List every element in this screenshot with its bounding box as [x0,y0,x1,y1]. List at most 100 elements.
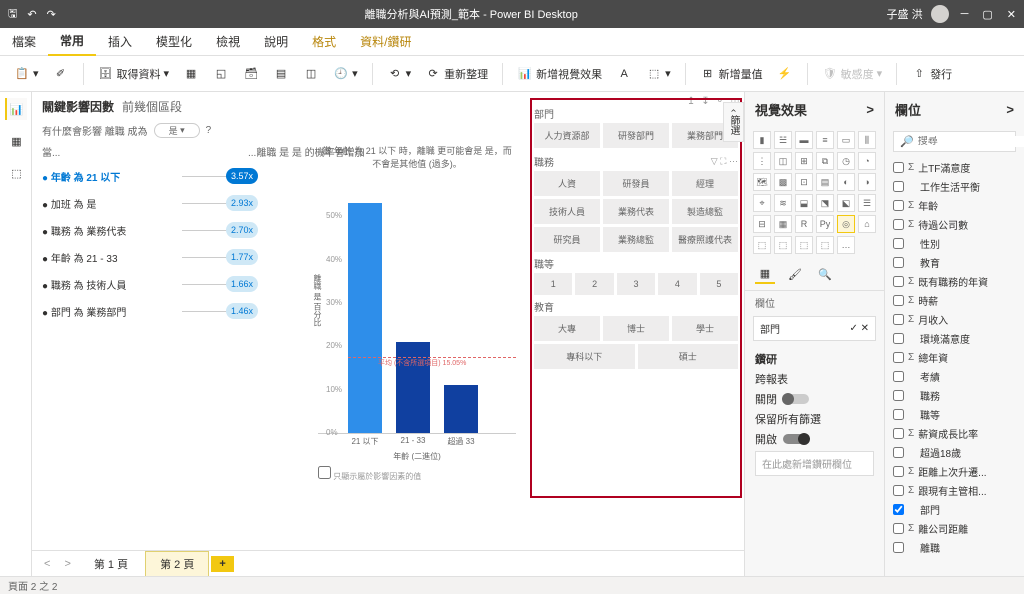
textbox-icon[interactable]: A [612,64,636,84]
viz-type-icon[interactable]: ◔ [858,152,876,170]
field-name[interactable]: 環境滿意度 [920,331,970,346]
avatar[interactable] [931,5,949,23]
field-checkbox[interactable] [893,542,904,553]
slicer-item[interactable]: 學士 [672,316,738,341]
data-view-icon[interactable]: ▦ [5,130,27,152]
viz-type-icon[interactable]: ⊞ [795,152,813,170]
viz-type-icon[interactable]: … [837,236,855,254]
analytics-tab-icon[interactable]: 🔍 [815,264,835,284]
field-checkbox[interactable] [893,390,904,401]
page-tab-1[interactable]: 第 1 頁 [79,551,143,577]
viz-type-icon[interactable]: ◐ [837,173,855,191]
ki-value-dropdown[interactable]: 是 ▾ [154,123,200,138]
menu-home[interactable]: 常用 [48,28,96,56]
field-name[interactable]: 跟現有主管相... [918,483,986,498]
viz-type-icon[interactable]: ⬕ [837,194,855,212]
new-measure-button[interactable]: ⊞新增量值 [696,64,767,84]
field-checkbox[interactable] [893,409,904,420]
viz-type-icon[interactable]: ⊟ [753,215,771,233]
field-checkbox[interactable] [893,200,904,211]
close-icon[interactable]: ✕ [1007,8,1016,21]
slicer-item[interactable]: 碩士 [638,344,739,369]
field-checkbox[interactable] [893,466,904,477]
ki-tab-segments[interactable]: 前幾個區段 [122,98,182,115]
field-checkbox[interactable] [893,371,904,382]
viz-type-icon[interactable]: ⋮ [753,152,771,170]
field-checkbox[interactable] [893,295,904,306]
field-checkbox[interactable] [893,181,904,192]
slicer-item[interactable]: 5 [700,273,738,295]
slicer-item[interactable]: 4 [658,273,696,295]
slicer-item[interactable]: 醫療照護代表 [672,227,738,252]
dataverse-icon[interactable]: ◫ [299,64,323,84]
ki-factor[interactable]: ● 職務 為 業務代表 [42,223,182,238]
viz-type-icon[interactable]: ⊡ [795,173,813,191]
viz-type-icon[interactable]: ▩ [774,173,792,191]
slicer-item[interactable]: 專科以下 [534,344,635,369]
slicer-item[interactable]: 製造總監 [672,199,738,224]
page-prev[interactable]: < [38,554,56,574]
field-checkbox[interactable] [893,276,904,287]
field-checkbox[interactable] [893,257,904,268]
field-name[interactable]: 上TF滿意度 [918,160,970,175]
viz-type-icon[interactable]: ⧉ [816,152,834,170]
field-name[interactable]: 職務 [920,388,940,403]
quick-measure-icon[interactable]: ⚡ [773,64,797,84]
keep-filters-toggle[interactable] [783,434,809,444]
ki-tab-influencers[interactable]: 關鍵影響因數 [42,98,114,115]
format-painter-button[interactable]: ✐ [49,64,73,84]
redo-icon[interactable]: ↷ [47,8,56,21]
viz-type-icon[interactable]: ⬚ [795,236,813,254]
undo-icon[interactable]: ↶ [27,8,36,21]
model-view-icon[interactable]: ⬚ [5,162,27,184]
field-name[interactable]: 距離上次升遷... [918,464,986,479]
field-checkbox[interactable] [893,352,904,363]
menu-file[interactable]: 檔案 [0,28,48,56]
field-checkbox[interactable] [893,162,904,173]
viz-type-icon[interactable]: ▭ [837,131,855,149]
drill-field-well[interactable]: 在此處新增鑽研欄位 [755,451,874,476]
viz-type-icon[interactable]: ◑ [858,173,876,191]
field-name[interactable]: 工作生活平衡 [920,179,980,194]
viz-type-icon[interactable]: ◎ [837,215,855,233]
slicer-item[interactable]: 2 [575,273,613,295]
viz-type-icon[interactable]: ⬚ [753,236,771,254]
slicer-item[interactable]: 博士 [603,316,669,341]
field-name[interactable]: 性別 [920,236,940,251]
slicer-item[interactable]: 技術人員 [534,199,600,224]
ki-factor[interactable]: ● 職務 為 技術人員 [42,277,182,292]
field-checkbox[interactable] [893,523,904,534]
new-visual-button[interactable]: 📊新增視覺效果 [513,64,606,84]
slicer-more-icon[interactable]: ⋯ [729,156,738,166]
viz-type-icon[interactable]: ▦ [774,215,792,233]
field-name[interactable]: 教育 [920,255,940,270]
menu-help[interactable]: 說明 [252,28,300,56]
slicer-item[interactable]: 人力資源部 [534,123,600,148]
field-checkbox[interactable] [893,238,904,249]
field-name[interactable]: 待過公司數 [918,217,968,232]
ki-factor[interactable]: ● 年齡 為 21 以下 [42,169,182,184]
field-name[interactable]: 薪資成長比率 [918,426,978,441]
field-checkbox[interactable] [893,447,904,458]
filters-pane-tab[interactable]: ‹ 篩選 [723,102,744,142]
menu-view[interactable]: 檢視 [204,28,252,56]
field-checkbox[interactable] [893,504,904,515]
viz-type-icon[interactable]: 🗺 [753,173,771,191]
slicer-item[interactable]: 大專 [534,316,600,341]
viz-type-icon[interactable]: ⫼ [858,131,876,149]
field-checkbox[interactable] [893,333,904,344]
report-view-icon[interactable]: 📊 [5,98,27,120]
viz-type-icon[interactable]: ⬚ [816,236,834,254]
recent-icon[interactable]: 🕘▾ [329,64,362,84]
viz-type-icon[interactable]: ▮ [753,131,771,149]
page-next[interactable]: > [58,554,76,574]
viz-type-icon[interactable]: ⬓ [795,194,813,212]
field-name[interactable]: 考績 [920,369,940,384]
add-page-button[interactable]: + [211,556,233,572]
field-name[interactable]: 既有職務的年資 [918,274,988,289]
viz-type-icon[interactable]: ◷ [837,152,855,170]
field-well-item[interactable]: 部門✓ ✕ [753,316,876,341]
slicer-item[interactable]: 1 [534,273,572,295]
viz-type-icon[interactable]: ▬ [795,131,813,149]
ki-factor[interactable]: ● 部門 為 業務部門 [42,304,182,319]
